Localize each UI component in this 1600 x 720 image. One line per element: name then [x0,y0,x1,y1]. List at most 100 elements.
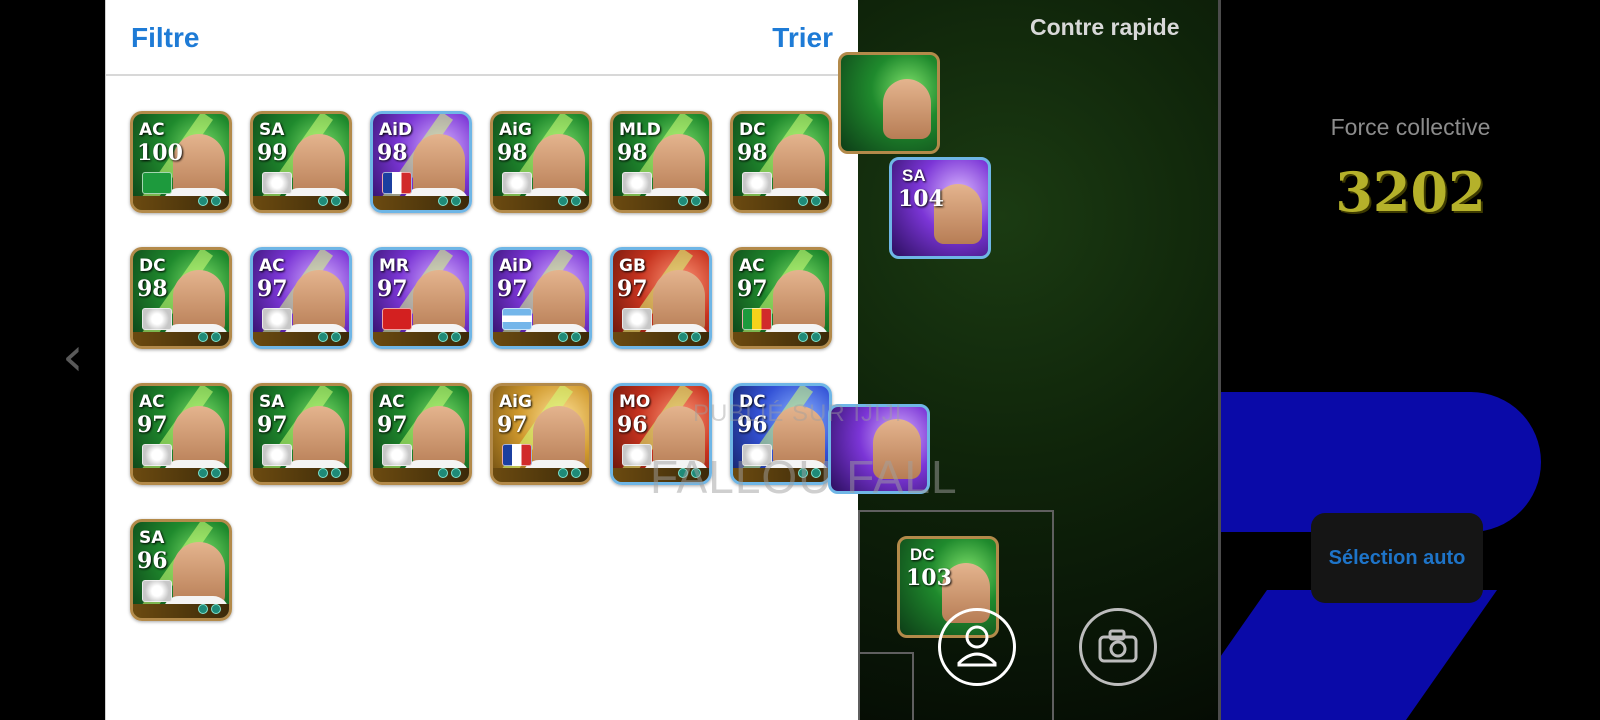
auto-select-button[interactable]: Sélection auto [1311,513,1483,603]
watermark-line-2: FALLOU FALL [650,451,958,503]
player-position: SA [259,392,285,412]
player-rating: 100 [137,140,183,166]
player-rating: 97 [497,412,528,438]
player-position: DC [139,256,166,276]
skill-dots [318,196,341,206]
skill-dot-icon [438,196,448,206]
player-rating: 103 [906,565,952,591]
player-position: DC [910,545,935,564]
skill-dots [318,468,341,478]
skill-dots [558,196,581,206]
team-strength-label: Force collective [1330,114,1491,140]
player-card[interactable]: SA 96 [130,519,232,621]
club-badge-icon [622,308,652,330]
senegal-flag-icon [742,308,772,330]
tactic-label: Contre rapide [1030,14,1180,40]
france-flag-icon [382,172,412,194]
player-position: GB [619,256,646,276]
club-badge-icon [262,172,292,194]
skill-dot-icon [198,196,208,206]
turkey-flag-icon [382,308,412,330]
skill-dot-icon [451,332,461,342]
player-card[interactable]: AC 97 [370,383,472,485]
player-card[interactable]: AiD 97 [490,247,592,349]
skill-dot-icon [198,332,208,342]
player-card[interactable]: GB 97 [610,247,712,349]
player-card[interactable]: AC 97 [250,247,352,349]
skill-dot-icon [571,468,581,478]
player-position: AiD [379,120,413,140]
skill-dot-icon [438,468,448,478]
player-position: MLD [619,120,661,140]
player-position: AC [139,120,165,140]
skill-dot-icon [691,196,701,206]
skill-dot-icon [318,332,328,342]
player-card[interactable]: AiG 97 [490,383,592,485]
field-player-card[interactable] [838,52,940,154]
player-rating: 104 [898,186,944,212]
player-card[interactable]: AC 100 [130,111,232,213]
player-card[interactable]: DC 98 [730,111,832,213]
player-rating: 97 [617,276,648,302]
player-card[interactable]: MR 97 [370,247,472,349]
player-rating: 98 [377,140,408,166]
skill-dots [318,332,341,342]
squad-screen: ‹ Filtre Trier AC 100 SA 99 AiD 98 AiG 98 MLD 98 D… [0,0,1600,720]
club-badge-icon [622,172,652,194]
skill-dot-icon [331,196,341,206]
skill-dot-icon [811,332,821,342]
team-info-area [1221,0,1600,720]
player-position: AiG [499,120,532,140]
skill-dot-icon [331,468,341,478]
club-badge-icon [742,172,772,194]
camera-icon-graphic [1098,629,1138,663]
player-card[interactable]: AiD 98 [370,111,472,213]
player-position: SA [902,166,926,185]
player-position: AC [739,256,765,276]
skill-dot-icon [798,332,808,342]
player-position: AiD [499,256,533,276]
player-card[interactable]: AC 97 [730,247,832,349]
skill-dots [558,468,581,478]
background-shape [1221,392,1541,532]
player-list-panel: Filtre Trier AC 100 SA 99 AiD 98 AiG 98 MLD 98 DC 9… [105,0,858,720]
back-arrow-icon[interactable]: ‹ [62,330,84,384]
player-card[interactable]: SA 97 [250,383,352,485]
player-position: SA [139,528,165,548]
skill-dot-icon [211,604,221,614]
player-rating: 98 [497,140,528,166]
club-badge-icon [262,444,292,466]
player-card[interactable]: AC 97 [130,383,232,485]
player-card[interactable]: AiG 98 [490,111,592,213]
player-rating: 97 [497,276,528,302]
left-strip: ‹ [0,0,105,720]
player-position: AC [379,392,405,412]
player-position: MR [379,256,410,276]
player-card[interactable]: SA 99 [250,111,352,213]
skill-dot-icon [678,196,688,206]
skill-dots [438,332,461,342]
skill-dots [198,196,221,206]
club-badge-icon [622,444,652,466]
panel-header: Filtre Trier [106,0,858,76]
club-badge-icon [142,308,172,330]
camera-icon[interactable] [1079,608,1157,686]
skill-dots [678,332,701,342]
sort-button[interactable]: Trier [772,22,833,54]
user-icon[interactable] [938,608,1016,686]
filter-button[interactable]: Filtre [131,22,199,54]
player-rating: 98 [737,140,768,166]
player-card[interactable]: MLD 98 [610,111,712,213]
player-rating: 97 [737,276,768,302]
skill-dot-icon [198,468,208,478]
skill-dot-icon [678,332,688,342]
player-card[interactable]: DC 98 [130,247,232,349]
skill-dot-icon [571,196,581,206]
skill-dots [198,468,221,478]
argentina-flag-icon [502,308,532,330]
skill-dot-icon [811,196,821,206]
skill-dot-icon [211,332,221,342]
player-rating: 97 [377,276,408,302]
field-player-card[interactable]: SA 104 [889,157,991,259]
club-badge-icon [142,444,172,466]
